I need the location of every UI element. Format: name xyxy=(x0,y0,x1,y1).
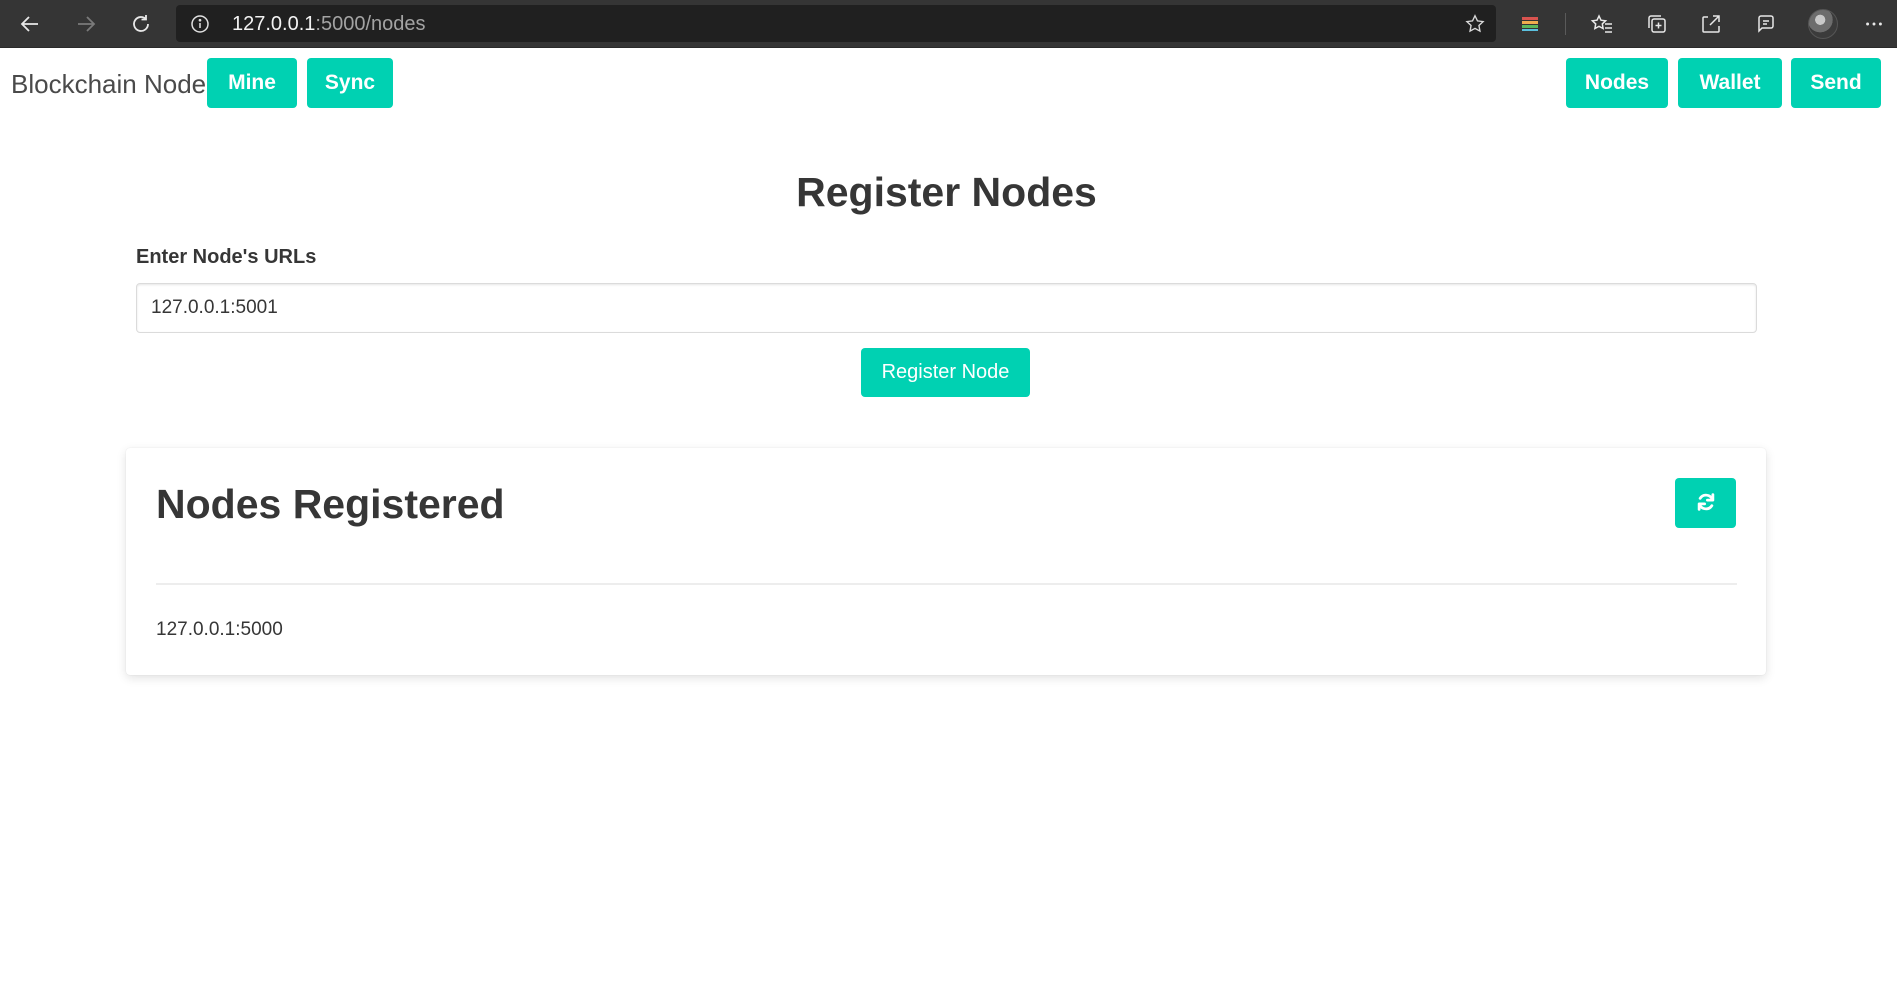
toolbar-divider xyxy=(1565,13,1566,35)
feedback-icon[interactable] xyxy=(1754,12,1778,36)
sync-button[interactable]: Sync xyxy=(307,58,393,108)
send-button[interactable]: Send xyxy=(1791,58,1881,108)
wallet-button[interactable]: Wallet xyxy=(1678,58,1782,108)
mine-button[interactable]: Mine xyxy=(207,58,297,108)
star-icon[interactable] xyxy=(1464,13,1486,35)
share-icon[interactable] xyxy=(1699,12,1723,36)
app-navbar: Blockchain Node Mine Sync Nodes Wallet S… xyxy=(0,48,1897,120)
url-text[interactable]: 127.0.0.1:5000/nodes xyxy=(232,13,426,35)
nodes-button[interactable]: Nodes xyxy=(1566,58,1668,108)
card-title: Nodes Registered xyxy=(156,481,505,527)
url-path: :5000/nodes xyxy=(315,13,426,35)
url-host: 127.0.0.1 xyxy=(232,13,316,35)
register-node-button[interactable]: Register Node xyxy=(861,348,1030,397)
avatar[interactable] xyxy=(1808,9,1838,39)
nodes-registered-card: Nodes Registered 127.0.0.1:5000 xyxy=(126,448,1766,675)
refresh-nodes-button[interactable] xyxy=(1675,478,1736,528)
sync-icon xyxy=(1695,491,1717,516)
card-divider xyxy=(156,583,1737,585)
address-bar[interactable]: 127.0.0.1:5000/nodes xyxy=(176,5,1496,42)
back-arrow-icon[interactable] xyxy=(14,8,46,40)
info-icon[interactable] xyxy=(190,14,210,34)
favorites-icon[interactable] xyxy=(1590,12,1614,36)
brand-title[interactable]: Blockchain Node xyxy=(11,68,206,100)
collections-icon[interactable] xyxy=(1645,12,1669,36)
more-icon[interactable] xyxy=(1862,12,1886,36)
list-item: 127.0.0.1:5000 xyxy=(156,619,283,640)
page-title: Register Nodes xyxy=(796,169,1097,215)
browser-toolbar: 127.0.0.1:5000/nodes xyxy=(0,0,1897,48)
node-list: 127.0.0.1:5000 xyxy=(156,618,283,642)
refresh-icon[interactable] xyxy=(125,8,157,40)
node-url-input[interactable] xyxy=(136,283,1757,333)
extension-icon[interactable] xyxy=(1518,12,1542,36)
forward-arrow-icon[interactable] xyxy=(70,8,102,40)
node-url-label: Enter Node's URLs xyxy=(136,246,317,268)
